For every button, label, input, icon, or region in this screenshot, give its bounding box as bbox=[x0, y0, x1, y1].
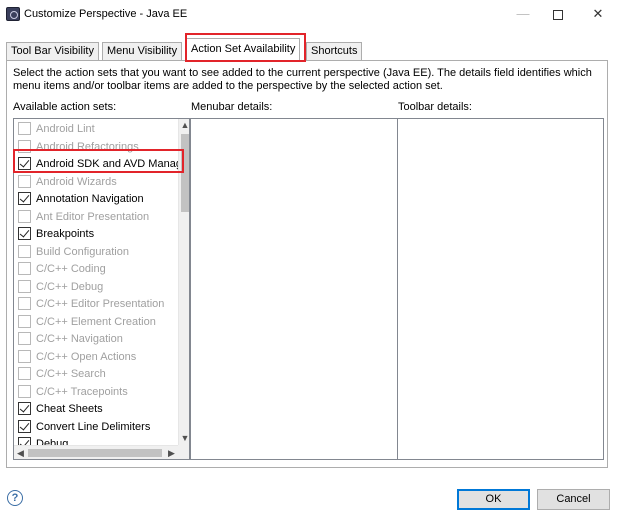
list-item-breakpoints[interactable]: Breakpoints bbox=[16, 225, 178, 242]
list-item-label: C/C++ Open Actions bbox=[36, 350, 137, 363]
checkbox[interactable] bbox=[18, 279, 31, 293]
checkbox[interactable] bbox=[18, 384, 31, 398]
checkbox[interactable] bbox=[18, 332, 31, 345]
cancel-button[interactable]: Cancel bbox=[537, 489, 610, 510]
eclipse-app-icon bbox=[6, 7, 20, 21]
list-item-android-wizards[interactable]: Android Wizards bbox=[16, 173, 178, 190]
horizontal-scroll-thumb[interactable] bbox=[28, 449, 162, 457]
description-text: Select the action sets that you want to … bbox=[13, 67, 592, 92]
toolbar-details-label: Toolbar details: bbox=[398, 101, 472, 113]
list-item-label: C/C++ Search bbox=[36, 368, 106, 380]
scroll-up-icon[interactable]: ▲ bbox=[179, 119, 189, 132]
list-item-label: Android Wizards bbox=[36, 175, 117, 188]
checkbox[interactable] bbox=[18, 122, 31, 135]
action-sets-list[interactable]: Android Lint Android Refactorings Androi… bbox=[13, 118, 190, 460]
tab-tool-bar-visibility[interactable]: Tool Bar Visibility bbox=[6, 42, 99, 60]
list-item-cpp-search[interactable]: C/C++ Search bbox=[16, 365, 178, 382]
checkbox-checked[interactable] bbox=[18, 227, 31, 240]
scroll-left-icon[interactable]: ◀ bbox=[14, 446, 27, 459]
list-item-label: C/C++ Debug bbox=[36, 280, 104, 293]
list-item-label: Build Configuration bbox=[36, 245, 129, 258]
list-item-label: C/C++ Tracepoints bbox=[36, 385, 128, 398]
list-item-annotation-navigation[interactable]: Annotation Navigation bbox=[16, 190, 178, 207]
maximize-icon bbox=[553, 9, 563, 20]
checkbox[interactable] bbox=[18, 262, 31, 275]
list-item-label: C/C++ Navigation bbox=[36, 333, 123, 345]
list-item-label: Android SDK and AVD Manager bbox=[36, 158, 190, 170]
checkbox[interactable] bbox=[18, 209, 31, 223]
list-item-android-lint[interactable]: Android Lint bbox=[16, 120, 178, 137]
tab-shortcuts[interactable]: Shortcuts bbox=[306, 42, 363, 60]
list-item-cpp-tracepoints[interactable]: C/C++ Tracepoints bbox=[16, 383, 178, 400]
list-item-cpp-debug[interactable]: C/C++ Debug bbox=[16, 278, 178, 295]
vertical-scroll-thumb[interactable] bbox=[181, 134, 189, 212]
scroll-right-icon[interactable]: ▶ bbox=[165, 446, 178, 459]
list-item-label: Android Refactorings bbox=[36, 140, 139, 153]
horizontal-scrollbar[interactable]: ◀ ▶ bbox=[14, 445, 178, 459]
checkbox[interactable] bbox=[18, 314, 31, 328]
maximize-button[interactable] bbox=[540, 0, 576, 28]
menubar-details-label: Menubar details: bbox=[191, 101, 273, 113]
list-item-cpp-editor-presentation[interactable]: C/C++ Editor Presentation bbox=[16, 295, 178, 312]
list-item-label: Convert Line Delimiters bbox=[36, 420, 151, 433]
list-item-label: Cheat Sheets bbox=[36, 403, 103, 415]
checkbox[interactable] bbox=[18, 139, 31, 153]
minimize-button[interactable]: — bbox=[505, 0, 541, 28]
checkbox[interactable] bbox=[18, 244, 31, 258]
action-set-panel: Select the action sets that you want to … bbox=[6, 60, 608, 468]
toolbar-details-box[interactable] bbox=[397, 118, 604, 460]
checkbox-checked[interactable] bbox=[18, 419, 31, 433]
scroll-corner bbox=[178, 445, 189, 459]
scroll-down-icon[interactable]: ▼ bbox=[179, 432, 189, 445]
list-item-label: C/C++ Coding bbox=[36, 263, 106, 275]
checkbox[interactable] bbox=[18, 349, 31, 363]
list-item-cpp-navigation[interactable]: C/C++ Navigation bbox=[16, 330, 178, 347]
window-title: Customize Perspective - Java EE bbox=[24, 8, 188, 20]
list-item-label: C/C++ Editor Presentation bbox=[36, 298, 165, 310]
tab-menu-visibility[interactable]: Menu Visibility bbox=[102, 42, 183, 60]
list-item-android-sdk-and-avd-manager[interactable]: Android SDK and AVD Manager bbox=[16, 155, 189, 172]
list-item-build-configuration[interactable]: Build Configuration bbox=[16, 243, 178, 260]
help-icon[interactable]: ? bbox=[7, 490, 23, 506]
list-item-cpp-element-creation[interactable]: C/C++ Element Creation bbox=[16, 313, 178, 330]
tab-action-set-availability[interactable]: Action Set Availability bbox=[186, 38, 301, 61]
ok-button[interactable]: OK bbox=[457, 489, 530, 510]
menubar-details-box[interactable] bbox=[190, 118, 398, 460]
checkbox[interactable] bbox=[18, 367, 31, 380]
list-item-cpp-open-actions[interactable]: C/C++ Open Actions bbox=[16, 348, 178, 365]
list-item-cheat-sheets[interactable]: Cheat Sheets bbox=[16, 400, 178, 417]
available-action-sets-label: Available action sets: bbox=[13, 101, 117, 113]
checkbox-checked[interactable] bbox=[18, 157, 31, 170]
list-item-label: Breakpoints bbox=[36, 228, 95, 240]
checkbox-checked[interactable] bbox=[18, 192, 31, 205]
list-item-ant-editor-presentation[interactable]: Ant Editor Presentation bbox=[16, 208, 178, 225]
vertical-scrollbar[interactable]: ▲ ▼ bbox=[178, 119, 189, 445]
checkbox[interactable] bbox=[18, 174, 31, 188]
checkbox[interactable] bbox=[18, 297, 31, 310]
list-item-label: Annotation Navigation bbox=[36, 193, 144, 205]
close-button[interactable]: ✕ bbox=[580, 0, 616, 28]
list-item-convert-line-delimiters[interactable]: Convert Line Delimiters bbox=[16, 418, 178, 435]
list-item-label: Android Lint bbox=[36, 123, 95, 135]
title-bar: Customize Perspective - Java EE — ✕ bbox=[0, 0, 618, 28]
list-item-cpp-coding[interactable]: C/C++ Coding bbox=[16, 260, 178, 277]
checkbox-checked[interactable] bbox=[18, 402, 31, 415]
list-item-label: C/C++ Element Creation bbox=[36, 315, 156, 328]
list-item-android-refactorings[interactable]: Android Refactorings bbox=[16, 138, 178, 155]
list-item-label: Ant Editor Presentation bbox=[36, 210, 150, 223]
